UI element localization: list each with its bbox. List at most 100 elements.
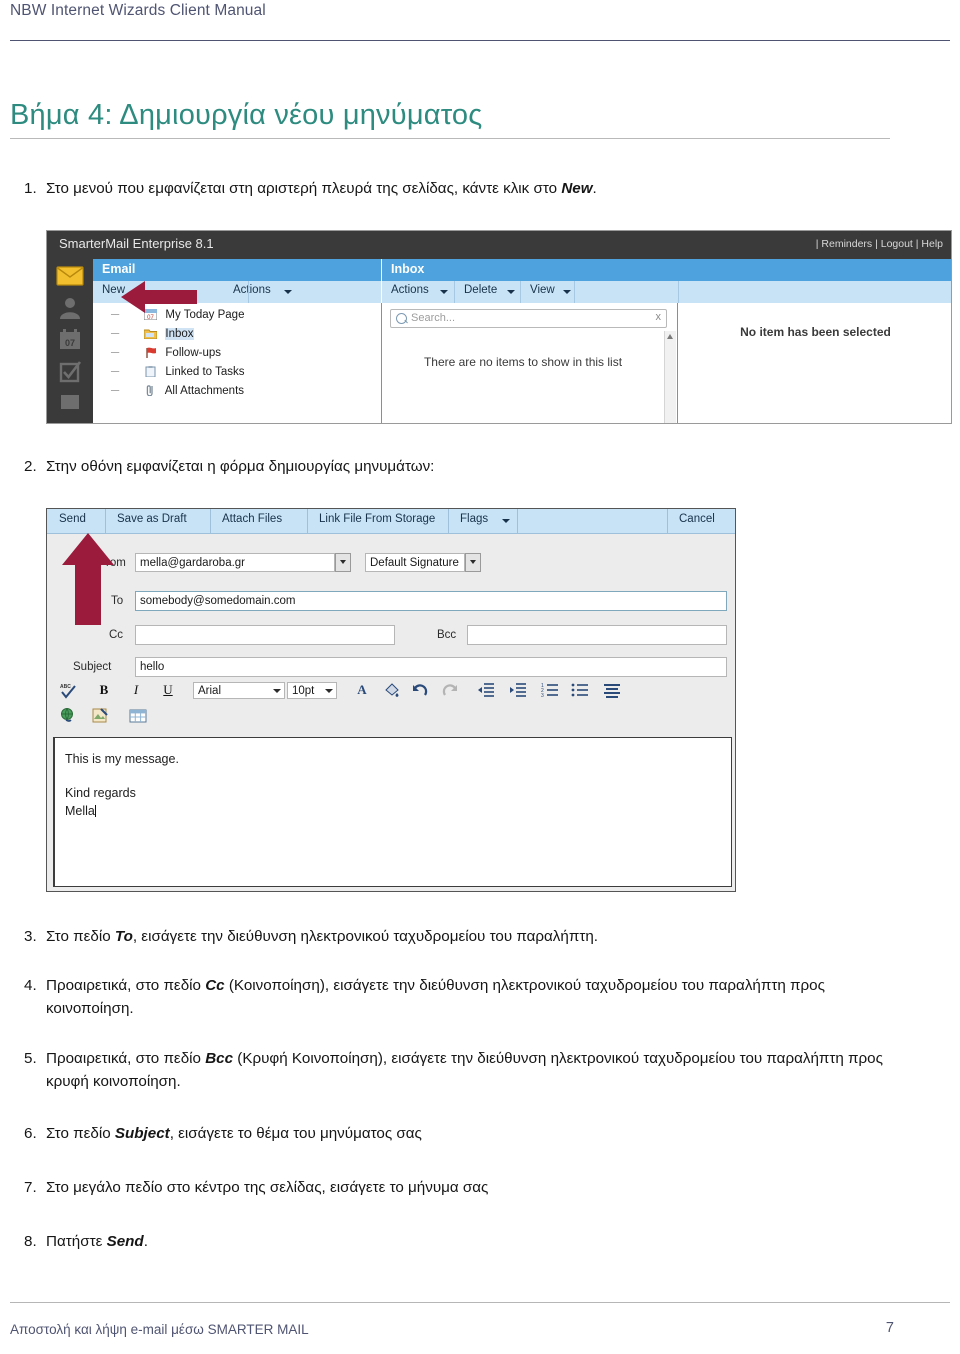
list-item-text: Στο μεγάλο πεδίο στο κέντρο της σελίδας,…: [46, 1177, 910, 1200]
bold-icon[interactable]: B: [95, 681, 113, 699]
clear-search-icon[interactable]: x: [656, 311, 662, 323]
chevron-down-icon[interactable]: [273, 689, 281, 693]
flags-button[interactable]: Flags: [460, 513, 488, 525]
toolbar-divider: [248, 281, 249, 303]
calendar-icon[interactable]: 07: [56, 329, 84, 353]
notes-icon[interactable]: [56, 393, 84, 417]
undo-icon[interactable]: [411, 681, 429, 699]
toolbar-divider: [517, 509, 518, 533]
insert-table-icon[interactable]: [129, 707, 147, 725]
search-input[interactable]: Search... x: [390, 309, 667, 328]
delete-button[interactable]: Delete: [464, 284, 497, 296]
from-dropdown-button[interactable]: [335, 553, 351, 572]
insert-link-icon[interactable]: [59, 707, 77, 725]
toolbar-divider: [210, 509, 211, 533]
chevron-down-icon[interactable]: [507, 290, 515, 294]
outdent-icon[interactable]: [477, 681, 495, 699]
highlight-icon[interactable]: [383, 681, 401, 699]
document-header: NBW Internet Wizards Client Manual: [0, 0, 960, 48]
body-line-with-caret: Mella: [65, 804, 96, 818]
signature-field[interactable]: Default Signature: [365, 553, 465, 572]
view-button[interactable]: View: [530, 284, 555, 296]
tree-item-inbox[interactable]: ─ Inbox: [111, 328, 194, 340]
screenshot-smartermail-inbox: SmarterMail Enterprise 8.1 | Reminders |…: [46, 230, 952, 424]
insert-image-icon[interactable]: [91, 707, 109, 725]
list-item-number: 7.: [24, 1179, 37, 1196]
bcc-label: Bcc: [437, 629, 457, 641]
tasks-icon-svg: [59, 361, 82, 383]
svg-text:07: 07: [65, 338, 75, 348]
chevron-down-icon[interactable]: [502, 519, 510, 523]
tree-item-label: Follow-ups: [165, 347, 222, 359]
list-item-number: 5.: [24, 1050, 37, 1067]
signature-dropdown-button[interactable]: [465, 553, 481, 572]
folder-tree: ─ 07 My Today Page ─ Inbox ─ Follow-ups …: [93, 303, 382, 423]
app-top-links[interactable]: | Reminders | Logout | Help: [816, 238, 943, 250]
list-item-text: Προαιρετικά, στο πεδίο Bcc (Κρυφή Κοινοπ…: [46, 1048, 910, 1093]
tree-item-linked-to-tasks[interactable]: ─ Linked to Tasks: [111, 366, 244, 378]
email-actions-button[interactable]: Actions: [233, 284, 271, 296]
red-flag-icon: [144, 347, 157, 358]
chevron-down-icon[interactable]: [563, 290, 571, 294]
envelope-icon[interactable]: [56, 265, 84, 289]
tree-twisty: ─: [111, 385, 120, 397]
screenshot-compose-form: Send Save as Draft Attach Files Link Fil…: [46, 508, 736, 892]
bullet-list-icon[interactable]: [571, 681, 589, 699]
list-item: 7. Στο μεγάλο πεδίο στο κέντρο της σελίδ…: [10, 1177, 910, 1200]
indent-icon[interactable]: [509, 681, 527, 699]
spellcheck-icon[interactable]: ABC: [59, 681, 77, 699]
text-caret: [94, 805, 96, 817]
list-item: 8. Πατήστε Send.: [10, 1231, 910, 1254]
envelope-icon-svg: [56, 266, 84, 286]
step-text-strong: Cc: [205, 977, 225, 994]
align-icon[interactable]: [603, 681, 621, 699]
underline-icon[interactable]: U: [159, 681, 177, 699]
search-icon: [396, 313, 407, 324]
tree-item-all-attachments[interactable]: ─ All Attachments: [111, 385, 244, 397]
chevron-down-icon[interactable]: [325, 689, 333, 693]
numbered-list-icon[interactable]: 123: [541, 681, 559, 699]
tasks-icon[interactable]: [56, 361, 84, 385]
footer-rule: [10, 1302, 950, 1303]
step-text-pre: Στην οθόνη εμφανίζεται η φόρμα δημιουργί…: [46, 458, 435, 475]
list-scrollbar[interactable]: [664, 331, 676, 423]
step-text-post: , εισάγετε την διεύθυνση ηλεκτρονικού τα…: [132, 928, 598, 945]
from-field[interactable]: mella@gardaroba.gr: [135, 553, 335, 572]
step-text-post: .: [592, 180, 597, 197]
attach-files-button[interactable]: Attach Files: [222, 513, 282, 525]
font-color-icon[interactable]: A: [353, 681, 371, 699]
send-button[interactable]: Send: [59, 513, 86, 525]
step-text-strong: To: [114, 928, 133, 945]
toolbar-divider: [574, 281, 575, 303]
notes-icon-svg: [61, 395, 79, 409]
document-footer: Αποστολή και λήψη e-mail μέσω SMARTER MA…: [0, 1294, 960, 1354]
toolbar-divider: [667, 509, 668, 533]
scroll-up-icon[interactable]: [667, 334, 673, 339]
cc-field[interactable]: [135, 625, 395, 645]
tree-item-label: All Attachments: [164, 385, 245, 397]
to-field[interactable]: somebody@somedomain.com: [135, 591, 727, 611]
tree-twisty: ─: [111, 328, 120, 340]
app-brand-label: SmarterMail Enterprise 8.1: [59, 236, 214, 251]
chevron-down-icon[interactable]: [440, 290, 448, 294]
tree-item-follow-ups[interactable]: ─ Follow-ups: [111, 347, 221, 359]
actions-button[interactable]: Actions: [391, 284, 429, 296]
toolbar-divider: [105, 509, 106, 533]
bcc-field[interactable]: [467, 625, 727, 645]
contact-icon[interactable]: [56, 297, 84, 321]
list-panel-toolbar: Actions Delete View: [382, 281, 951, 304]
list-item-text: Πατήστε Send.: [46, 1231, 910, 1254]
font-family-select[interactable]: Arial: [193, 682, 285, 699]
italic-icon[interactable]: I: [127, 681, 145, 699]
page-title: Βήμα 4: Δημιουργία νέου μηνύματος: [10, 99, 890, 139]
save-as-draft-button[interactable]: Save as Draft: [117, 513, 187, 525]
chevron-down-icon[interactable]: [284, 290, 292, 294]
clipboard-icon: [144, 366, 157, 378]
subject-field[interactable]: hello: [135, 657, 727, 677]
cancel-button[interactable]: Cancel: [679, 513, 715, 525]
list-item: 1. Στο μενού που εμφανίζεται στη αριστερ…: [10, 178, 910, 201]
list-item-number: 1.: [24, 180, 37, 197]
link-file-from-storage-button[interactable]: Link File From Storage: [319, 513, 435, 525]
message-body-editor[interactable]: This is my message. Kind regards Mella: [53, 737, 732, 887]
step-text-pre: Στο πεδίο: [46, 1125, 115, 1142]
